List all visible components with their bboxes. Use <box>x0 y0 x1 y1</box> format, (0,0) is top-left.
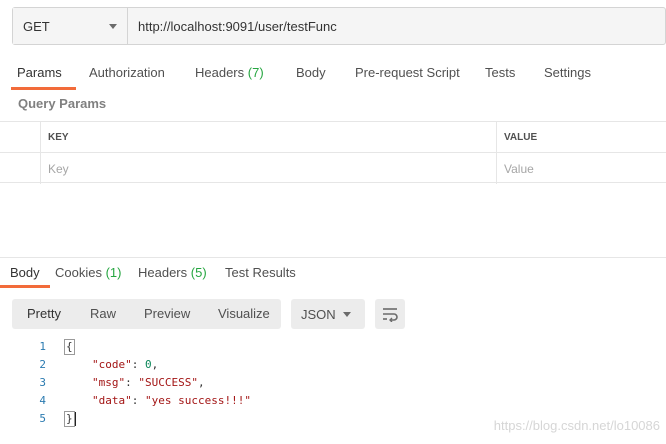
view-preview-button[interactable]: Preview <box>144 299 190 329</box>
row-checkbox-cell <box>0 153 41 184</box>
code-line: 3 "msg": "SUCCESS", <box>0 374 666 392</box>
json-value: "yes success!!!" <box>145 394 251 407</box>
json-key: "msg" <box>92 376 126 389</box>
query-params-title: Query Params <box>18 96 107 111</box>
json-key: "code" <box>92 358 132 371</box>
chevron-down-icon <box>109 23 117 29</box>
column-header-value: VALUE <box>504 131 538 143</box>
method-label: GET <box>23 18 50 34</box>
query-params-table: KEY VALUE Key Value <box>0 121 666 184</box>
url-input[interactable]: http://localhost:9091/user/testFunc <box>128 8 665 44</box>
line-number: 5 <box>39 412 46 425</box>
tab-params[interactable]: Params <box>11 58 76 90</box>
view-pretty-button[interactable]: Pretty <box>27 299 61 329</box>
chevron-down-icon <box>343 312 351 317</box>
response-tab-headers[interactable]: Headers (5) <box>138 262 207 288</box>
tab-headers[interactable]: Headers (7) <box>195 58 264 90</box>
open-brace: { <box>64 339 75 355</box>
view-visualize-button[interactable]: Visualize <box>218 299 270 329</box>
wrap-lines-icon <box>383 308 398 322</box>
cookies-count: (1) <box>105 265 122 280</box>
response-tab-cookies[interactable]: Cookies (1) <box>55 262 121 288</box>
line-number: 3 <box>39 376 46 389</box>
response-headers-count: (5) <box>190 265 207 280</box>
tab-body[interactable]: Body <box>296 58 326 90</box>
view-raw-button[interactable]: Raw <box>90 299 116 329</box>
response-divider <box>0 257 666 258</box>
json-value: 0 <box>145 358 152 371</box>
response-tab-body[interactable]: Body <box>0 262 50 288</box>
code-line: 1 { <box>0 338 666 356</box>
line-number: 1 <box>39 340 46 353</box>
json-key: "data" <box>92 394 132 407</box>
method-select[interactable]: GET <box>13 8 128 44</box>
checkbox-column <box>0 122 41 152</box>
format-select[interactable]: JSON <box>291 299 365 329</box>
code-line: 2 "code": 0, <box>0 356 666 374</box>
table-header-row: KEY VALUE <box>0 122 666 153</box>
format-label: JSON <box>301 306 336 322</box>
tab-settings[interactable]: Settings <box>544 58 591 90</box>
request-tabs: Params Authorization Headers (7) Body Pr… <box>0 58 666 90</box>
tab-tests[interactable]: Tests <box>485 58 515 90</box>
view-mode-group: Pretty Raw Preview Visualize <box>12 299 281 329</box>
table-row: Key Value <box>0 153 666 184</box>
text-cursor <box>74 412 76 426</box>
param-value-input[interactable]: Value <box>497 153 666 184</box>
headers-count: (7) <box>247 65 264 80</box>
watermark: https://blog.csdn.net/lo10086 <box>493 418 660 433</box>
column-header-key: KEY <box>41 122 497 152</box>
response-tab-test-results[interactable]: Test Results <box>225 262 296 288</box>
tab-pre-request-script[interactable]: Pre-request Script <box>355 58 460 90</box>
line-number: 4 <box>39 394 46 407</box>
request-bar: GET http://localhost:9091/user/testFunc <box>12 7 666 45</box>
tab-authorization[interactable]: Authorization <box>89 58 165 90</box>
code-line: 4 "data": "yes success!!!" <box>0 392 666 410</box>
json-value: "SUCCESS" <box>138 376 198 389</box>
line-number: 2 <box>39 358 46 371</box>
param-key-input[interactable]: Key <box>41 153 497 184</box>
wrap-lines-button[interactable] <box>375 299 405 329</box>
close-brace: } <box>64 411 75 427</box>
